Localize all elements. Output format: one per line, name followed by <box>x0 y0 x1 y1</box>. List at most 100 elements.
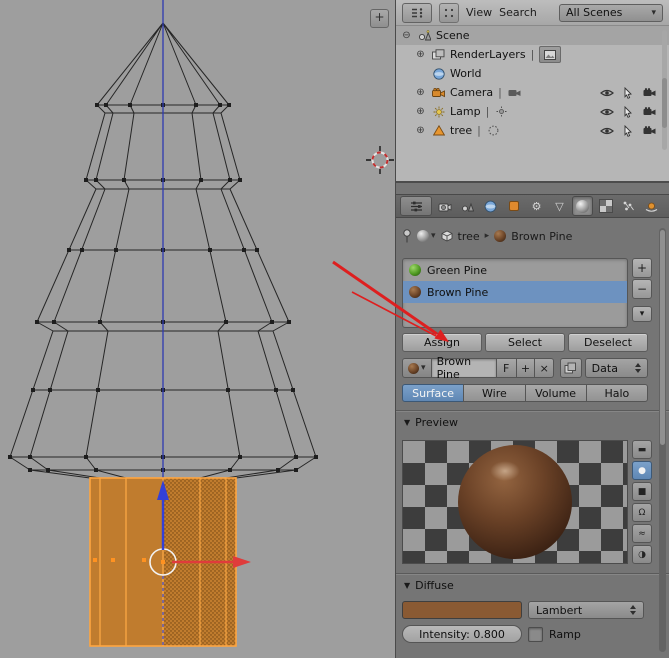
visibility-toggle-camera[interactable] <box>599 86 615 100</box>
3d-viewport[interactable]: + <box>0 0 395 658</box>
diffuse-color-swatch[interactable] <box>402 601 522 619</box>
collapse-icon[interactable]: ⊖ <box>400 30 413 41</box>
slot-name: Green Pine <box>427 263 487 277</box>
eye-icon <box>600 127 614 134</box>
selectability-toggle-camera[interactable] <box>620 86 636 100</box>
outliner-row-tree[interactable]: ⊕ tree | <box>396 121 669 140</box>
tab-modifiers[interactable]: ⚙ <box>526 196 547 216</box>
chevron-down-icon: ▾ <box>421 363 426 373</box>
image-icon <box>544 49 557 60</box>
ramp-checkbox[interactable] <box>528 626 543 642</box>
new-material-button[interactable]: + <box>516 358 536 378</box>
outliner-row-world[interactable]: World <box>396 64 669 83</box>
pin-icon[interactable] <box>402 229 412 243</box>
outliner-row-lamp[interactable]: ⊕ Lamp | <box>396 102 669 121</box>
preview-cube-button[interactable]: ■ <box>632 482 652 501</box>
preview-monkey-button[interactable]: Ω <box>632 503 652 522</box>
material-slot-brown-pine[interactable]: Brown Pine <box>403 281 627 303</box>
ramp-option: Ramp <box>528 625 581 643</box>
render-camera-icon <box>643 126 655 134</box>
diffuse-shader-menu[interactable]: Lambert <box>528 601 644 619</box>
tab-texture[interactable] <box>595 196 616 216</box>
row-toggles <box>599 105 657 119</box>
tab-particles[interactable] <box>618 196 639 216</box>
preview-panel-header[interactable]: ▼ Preview <box>404 414 458 430</box>
nodes-button[interactable] <box>560 358 582 378</box>
render-toggle-tree[interactable] <box>641 124 657 138</box>
browse-material-button[interactable]: ▾ <box>402 358 432 378</box>
view-menu[interactable]: View <box>466 6 492 19</box>
search-menu[interactable]: Search <box>499 6 537 19</box>
selectability-toggle-lamp[interactable] <box>620 105 636 119</box>
row-toggles <box>599 124 657 138</box>
scrollbar-thumb[interactable] <box>660 230 665 445</box>
remove-slot-button[interactable]: − <box>632 279 652 299</box>
visibility-toggle-lamp[interactable] <box>599 105 615 119</box>
visibility-toggle-tree[interactable] <box>599 124 615 138</box>
scene-filter-dropdown[interactable]: All Scenes ▾ <box>559 3 663 22</box>
type-halo-button[interactable]: Halo <box>585 384 648 402</box>
breadcrumb-material[interactable]: Brown Pine <box>511 230 572 243</box>
properties-scrollbar[interactable] <box>659 228 666 652</box>
wrench-icon: ⚙ <box>531 199 542 213</box>
tab-physics[interactable] <box>641 196 662 216</box>
region-expand-button[interactable]: + <box>370 9 389 28</box>
preview-flat-button[interactable]: ▬ <box>632 440 652 459</box>
outliner-row-camera[interactable]: ⊕ Camera | <box>396 83 669 102</box>
preview-hair-button[interactable]: ≈ <box>632 524 652 543</box>
render-toggle-camera[interactable] <box>641 86 657 100</box>
type-volume-button[interactable]: Volume <box>524 384 587 402</box>
panel-separator <box>396 573 669 575</box>
material-browse-button[interactable]: ▾ <box>417 230 436 242</box>
expand-icon[interactable]: ⊕ <box>414 106 427 117</box>
panel-separator <box>396 410 669 412</box>
select-button[interactable]: Select <box>485 333 565 352</box>
tab-material[interactable] <box>572 196 593 216</box>
material-slot-green-pine[interactable]: Green Pine <box>403 259 627 281</box>
diffuse-intensity-slider[interactable]: Intensity: 0.800 <box>402 625 522 643</box>
renderlayer-data-button[interactable] <box>539 46 562 63</box>
lamp-data-icon <box>494 106 509 117</box>
assign-button[interactable]: Assign <box>402 333 482 352</box>
type-surface-button[interactable]: Surface <box>402 384 465 402</box>
mesh-icon <box>431 125 446 136</box>
expand-icon[interactable]: ⊕ <box>414 87 427 98</box>
fake-user-button[interactable]: F <box>496 358 517 378</box>
preview-sphere-button[interactable]: ● <box>632 461 652 480</box>
material-type-row: Surface Wire Volume Halo <box>402 384 648 402</box>
slot-specials-button[interactable]: ▾ <box>632 306 652 322</box>
shader-value: Lambert <box>536 603 583 617</box>
type-wire-button[interactable]: Wire <box>463 384 526 402</box>
slot-action-row: Assign Select Deselect <box>402 333 648 352</box>
render-icon <box>438 203 451 211</box>
3d-cursor <box>366 146 394 174</box>
material-name-field[interactable]: Brown Pine <box>431 355 497 381</box>
preview-sky-button[interactable]: ◑ <box>632 545 652 564</box>
cursor-icon <box>624 86 632 99</box>
scrollbar-thumb[interactable] <box>662 78 667 128</box>
unlink-material-button[interactable]: × <box>535 358 555 378</box>
tab-scene[interactable] <box>457 196 478 216</box>
editor-type-button[interactable] <box>402 2 432 23</box>
deselect-button[interactable]: Deselect <box>568 333 648 352</box>
render-toggle-lamp[interactable] <box>641 105 657 119</box>
expand-icon[interactable]: ⊕ <box>414 49 427 60</box>
outliner-row-scene[interactable]: ⊖ Scene <box>396 26 669 45</box>
expand-icon[interactable]: ⊕ <box>414 125 427 136</box>
tab-object[interactable] <box>503 196 524 216</box>
breadcrumb-object[interactable]: tree <box>458 230 480 243</box>
display-filter-button[interactable] <box>439 2 459 23</box>
outliner-scrollbar[interactable] <box>662 30 667 150</box>
link-mode-menu[interactable]: Data <box>584 358 648 378</box>
add-slot-button[interactable]: + <box>632 258 652 278</box>
tab-render[interactable] <box>434 196 455 216</box>
tab-world[interactable] <box>480 196 501 216</box>
tab-object-data[interactable]: ▽ <box>549 196 570 216</box>
outliner-row-renderlayers[interactable]: ⊕ RenderLayers | <box>396 45 669 64</box>
viewport-canvas[interactable] <box>0 0 395 658</box>
selectability-toggle-tree[interactable] <box>620 124 636 138</box>
material-slot-list[interactable]: Green Pine Brown Pine <box>402 258 628 328</box>
editor-type-button[interactable] <box>400 196 432 216</box>
diffuse-panel-header[interactable]: ▼ Diffuse <box>404 577 454 593</box>
cursor-icon <box>624 124 632 137</box>
